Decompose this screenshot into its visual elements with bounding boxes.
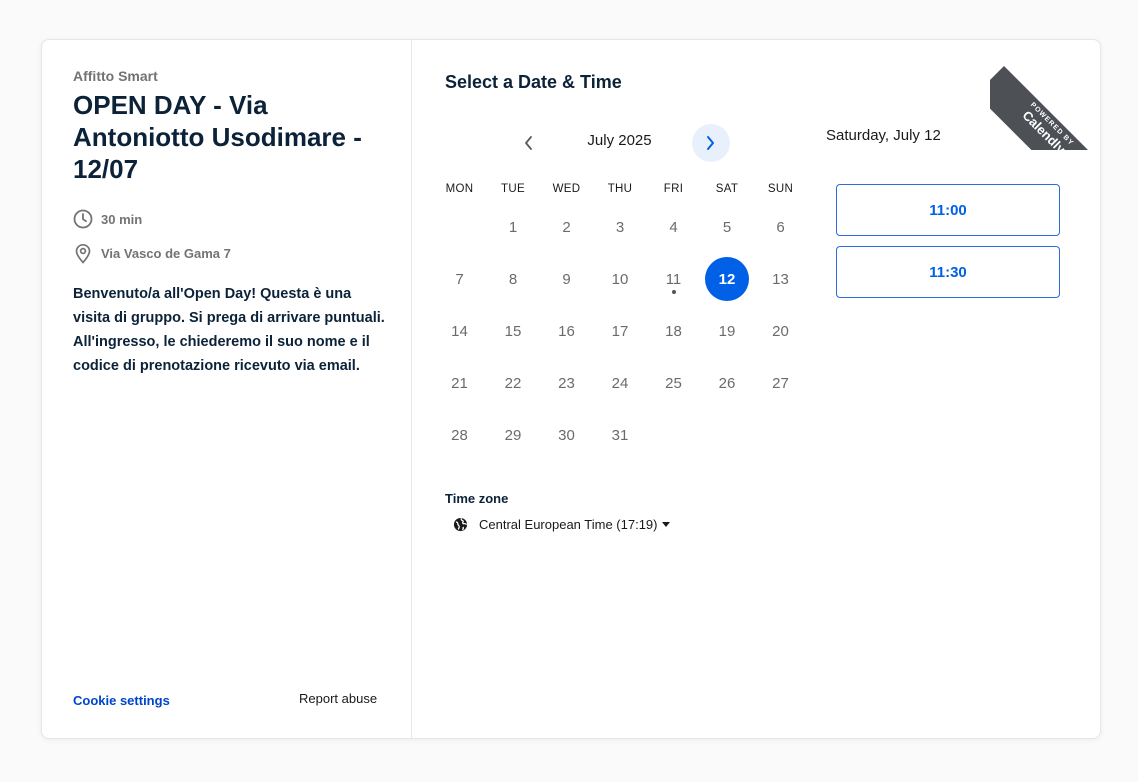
- calendar-day-number: 16: [558, 322, 575, 340]
- calendar-day-number: 17: [611, 322, 629, 340]
- calendar-day-number: 4: [669, 218, 678, 236]
- calendar-day-number: 28: [451, 426, 468, 444]
- calendar-day-number: 18: [665, 322, 682, 340]
- calendar-day-number: 8: [508, 270, 518, 288]
- calendar-day-number: 30: [558, 426, 575, 444]
- calendar-day-number: 29: [504, 426, 522, 444]
- calendar-day: 10: [598, 257, 642, 301]
- calendar-day: 20: [759, 309, 803, 353]
- selected-date-heading: Saturday, July 12: [826, 127, 941, 144]
- weekday-sun: SUN: [767, 183, 794, 195]
- calendar-day: 19: [705, 309, 749, 353]
- calendar-day-number: 10: [611, 270, 629, 288]
- calendar-day: 27: [759, 361, 803, 405]
- calendar-day-number: 2: [562, 218, 571, 236]
- calendar-day-number: 27: [772, 374, 789, 392]
- calendar-day: 7: [438, 257, 482, 301]
- duration-label: 30 min: [101, 211, 143, 227]
- calendar-day-number: 14: [451, 322, 468, 340]
- timezone-value: Central European Time (17:19): [479, 517, 658, 532]
- calendar-day: 14: [438, 309, 482, 353]
- weekday-mon: MON: [445, 183, 474, 195]
- calendar-day: 11: [652, 257, 696, 301]
- calendar-day: 2: [545, 205, 589, 249]
- calendar-day-selected[interactable]: 12: [705, 257, 749, 301]
- previous-month-button[interactable]: [513, 124, 543, 162]
- calendar-day-number: 11: [665, 270, 682, 288]
- calendar-day-number: 23: [558, 374, 575, 392]
- timezone-select[interactable]: Central European Time (17:19): [453, 517, 671, 532]
- calendar-day: 6: [759, 205, 803, 249]
- calendar-day-number: 15: [504, 322, 522, 340]
- clock-icon: [72, 208, 94, 230]
- report-abuse-link[interactable]: Report abuse: [299, 691, 377, 706]
- today-indicator-dot: [671, 290, 676, 294]
- calendar-day: 28: [438, 413, 482, 457]
- calendar-day-number: 6: [776, 218, 785, 236]
- calendar-day-number: 7: [455, 270, 464, 288]
- time-slot-button[interactable]: 11:30: [836, 246, 1060, 298]
- calendar-day-number: 12: [718, 270, 736, 288]
- calendar-day: 25: [652, 361, 696, 405]
- cookie-settings-link[interactable]: Cookie settings: [73, 693, 170, 708]
- duration-row: 30 min: [72, 208, 142, 230]
- calendar-day: 16: [545, 309, 589, 353]
- calendar-day-number: 13: [772, 270, 789, 288]
- chevron-right-icon: [707, 136, 714, 150]
- calendar-day-number: 3: [615, 218, 625, 236]
- calendar-day-number: 26: [718, 374, 736, 392]
- weekday-fri: FRI: [663, 183, 684, 195]
- organizer-name: Affitto Smart: [73, 68, 158, 84]
- weekday-sat: SAT: [715, 183, 739, 195]
- powered-by-badge[interactable]: POWERED BY Calendly: [990, 40, 1100, 150]
- calendar-day-number: 31: [611, 426, 629, 444]
- calendar-day-number: 5: [722, 218, 732, 236]
- calendar-day: 24: [598, 361, 642, 405]
- calendar-day: 4: [652, 205, 696, 249]
- calendar-day: 3: [598, 205, 642, 249]
- timezone-label: Time zone: [445, 491, 509, 506]
- weekday-wed: WED: [552, 183, 581, 195]
- calendar-day: 22: [491, 361, 535, 405]
- calendar-day: 29: [491, 413, 535, 457]
- calendar-day: 30: [545, 413, 589, 457]
- calendar-day-number: 21: [451, 374, 468, 392]
- event-details-panel: Affitto Smart OPEN DAY - Via Antoniotto …: [42, 40, 412, 738]
- chevron-left-icon: [525, 136, 532, 150]
- calendar-day: 13: [759, 257, 803, 301]
- event-title: OPEN DAY - Via Antoniotto Usodimare - 12…: [73, 90, 362, 184]
- calendar-day-number: 22: [504, 374, 522, 392]
- location-pin-icon: [72, 242, 94, 264]
- calendar-day: 23: [545, 361, 589, 405]
- calendar-day-number: 20: [772, 322, 789, 340]
- calendar-day: 18: [652, 309, 696, 353]
- calendar-day-number: 9: [562, 270, 571, 288]
- event-description: Benvenuto/a all'Open Day! Questa è una v…: [73, 286, 385, 374]
- time-slot-button[interactable]: 11:00: [836, 184, 1060, 236]
- calendar-day: 1: [491, 205, 535, 249]
- calendar-day: 21: [438, 361, 482, 405]
- calendar-day: 8: [491, 257, 535, 301]
- location-label: Via Vasco de Gama 7: [101, 245, 231, 261]
- location-row: Via Vasco de Gama 7: [72, 242, 231, 264]
- calendar-day-number: 1: [508, 218, 518, 236]
- booking-card: Affitto Smart OPEN DAY - Via Antoniotto …: [41, 39, 1101, 739]
- calendar-day-number: 19: [718, 322, 736, 340]
- next-month-button[interactable]: [692, 124, 730, 162]
- calendar-day: 26: [705, 361, 749, 405]
- month-label: July 2025: [587, 132, 652, 149]
- globe-icon: [453, 517, 468, 532]
- weekday-tue: TUE: [501, 183, 525, 195]
- calendar-day: 9: [545, 257, 589, 301]
- weekday-thu: THU: [607, 183, 633, 195]
- caret-down-icon: [662, 522, 671, 527]
- calendar-day-number: 24: [611, 374, 629, 392]
- calendar-day: 5: [705, 205, 749, 249]
- select-date-heading: Select a Date & Time: [445, 72, 622, 92]
- calendar-day: 17: [598, 309, 642, 353]
- calendar-day: 31: [598, 413, 642, 457]
- calendar-day-number: 25: [665, 374, 682, 392]
- calendar-day: 15: [491, 309, 535, 353]
